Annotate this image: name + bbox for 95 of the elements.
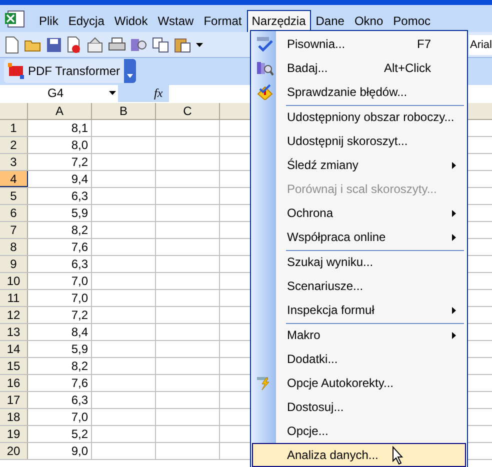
menu-option[interactable]: Analiza danych... xyxy=(252,443,466,467)
row-header[interactable]: 10 xyxy=(0,273,28,289)
row-header[interactable]: 5 xyxy=(0,188,28,204)
row-header[interactable]: 12 xyxy=(0,307,28,323)
toolbar-options-icon[interactable] xyxy=(124,59,136,83)
row-header[interactable]: 19 xyxy=(0,426,28,442)
row-header[interactable]: 11 xyxy=(0,290,28,306)
menu-item[interactable]: Okno xyxy=(349,10,388,32)
table-cell: 6,3 xyxy=(28,392,92,408)
menu-item[interactable]: Wstaw xyxy=(152,10,199,32)
table-cell: 8,4 xyxy=(28,324,92,340)
menu-option[interactable]: Współpraca online xyxy=(252,225,466,249)
table-cell: 5,2 xyxy=(28,426,92,442)
submenu-arrow-icon xyxy=(452,234,456,240)
table-cell: 5,9 xyxy=(28,341,92,357)
row-header[interactable]: 7 xyxy=(0,222,28,238)
document-stop-icon[interactable] xyxy=(66,36,82,54)
row-header[interactable]: 14 xyxy=(0,341,28,357)
menu-option[interactable]: Dostosuj... xyxy=(252,395,466,419)
menu-option[interactable]: Ochrona xyxy=(252,201,466,225)
menu-option[interactable]: Sprawdzanie błędów... xyxy=(252,80,466,104)
function-label[interactable]: fx xyxy=(154,84,163,102)
column-header[interactable]: C xyxy=(156,103,220,119)
menu-item[interactable]: Narzędzia xyxy=(246,10,311,32)
table-cell: 7,6 xyxy=(28,239,92,255)
menu-option[interactable]: Pisownia... F7 xyxy=(252,32,466,56)
menu-option[interactable]: Opcje Autokorekty... xyxy=(252,371,466,395)
printer-icon[interactable] xyxy=(108,36,126,52)
table-cell: 6,3 xyxy=(28,256,92,272)
menu-option[interactable]: Scenariusze... xyxy=(252,274,466,298)
table-cell: 7,2 xyxy=(28,307,92,323)
menu-option[interactable]: Inspekcja formuł xyxy=(252,298,466,322)
warning-check-icon xyxy=(256,84,274,100)
row-header[interactable]: 20 xyxy=(0,443,28,459)
menu-option[interactable]: Badaj... Alt+Click xyxy=(252,56,466,80)
table-cell: 7,2 xyxy=(28,154,92,170)
shortcut-label: Alt+Click xyxy=(384,60,431,77)
table-cell: 7,0 xyxy=(28,290,92,306)
table-cell: 9,0 xyxy=(28,443,92,459)
submenu-arrow-icon xyxy=(452,210,456,216)
menu-item[interactable]: Format xyxy=(198,10,247,32)
table-cell: 7,0 xyxy=(28,409,92,425)
submenu-arrow-icon xyxy=(452,306,456,314)
row-header[interactable]: 2 xyxy=(0,137,28,153)
menu-item[interactable]: Edycja xyxy=(63,10,110,32)
column-header[interactable]: B xyxy=(92,103,156,119)
new-document-icon[interactable] xyxy=(4,36,20,54)
menu-item[interactable]: Plik xyxy=(34,10,64,32)
table-cell: 7,6 xyxy=(28,375,92,391)
menu-option[interactable]: Szukaj wyniku... xyxy=(252,249,466,274)
menu-option[interactable]: Udostępnij skoroszyt... xyxy=(252,129,466,153)
pdf-transformer-button[interactable]: PDF Transformer xyxy=(24,62,124,80)
row-header[interactable]: 13 xyxy=(0,324,28,340)
mail-icon[interactable] xyxy=(86,36,104,52)
paste-icon[interactable] xyxy=(174,36,192,52)
table-cell: 5,9 xyxy=(28,205,92,221)
menu-option[interactable]: Opcje... xyxy=(252,419,466,443)
pdf-logo-icon[interactable] xyxy=(8,63,24,79)
row-header[interactable]: 3 xyxy=(0,154,28,170)
menu-option[interactable]: Makro xyxy=(252,322,466,347)
table-cell: 9,4 xyxy=(28,171,92,187)
column-header[interactable]: A xyxy=(28,103,92,119)
menu-item[interactable]: Dane xyxy=(310,10,350,32)
menu-item[interactable]: Widok xyxy=(109,10,153,32)
name-box[interactable]: G4 xyxy=(0,84,118,102)
spellcheck-icon xyxy=(256,36,274,52)
submenu-arrow-icon xyxy=(452,332,456,338)
submenu-arrow-icon xyxy=(452,162,456,168)
menu-option[interactable]: Śledź zmiany xyxy=(252,153,466,177)
row-header[interactable]: 1 xyxy=(0,120,28,136)
row-header[interactable]: 15 xyxy=(0,358,28,374)
table-cell: 7,0 xyxy=(28,273,92,289)
copy-icon[interactable] xyxy=(152,36,170,52)
row-header[interactable]: 6 xyxy=(0,205,28,221)
table-cell: 8,2 xyxy=(28,222,92,238)
row-header[interactable]: 17 xyxy=(0,392,28,408)
mouse-pointer-icon xyxy=(392,446,404,465)
table-cell: 8,2 xyxy=(28,358,92,374)
table-cell: 8,0 xyxy=(28,137,92,153)
row-header[interactable]: 4 xyxy=(0,171,28,187)
row-header[interactable]: 18 xyxy=(0,409,28,425)
dropdown-caret-icon[interactable] xyxy=(196,42,203,46)
font-field[interactable]: Arial xyxy=(468,34,492,54)
menu-item[interactable]: Pomoc xyxy=(388,10,436,32)
shortcut-label: F7 xyxy=(416,36,431,53)
row-header[interactable]: 9 xyxy=(0,256,28,272)
books-magnifier-icon xyxy=(256,60,274,76)
menu-option[interactable]: Dodatki... xyxy=(252,347,466,371)
table-cell: 6,3 xyxy=(28,188,92,204)
row-header[interactable]: 8 xyxy=(0,239,28,255)
menu-option[interactable]: Udostępniony obszar roboczy... xyxy=(252,104,466,129)
dropdown-caret-icon[interactable] xyxy=(109,91,116,95)
table-cell: 8,1 xyxy=(28,120,92,136)
print-preview-icon[interactable] xyxy=(130,36,148,52)
row-header[interactable]: 16 xyxy=(0,375,28,391)
